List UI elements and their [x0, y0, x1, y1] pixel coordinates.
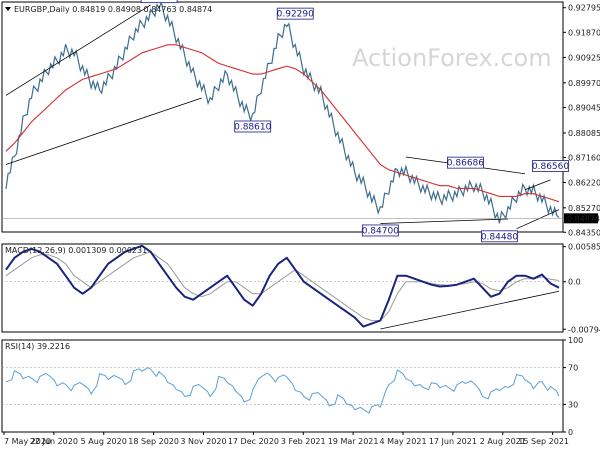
price-series-line — [5, 0, 560, 224]
level-annotation-label: 0.88610 — [234, 122, 271, 132]
macd-signal-line — [5, 251, 560, 322]
price-trendline — [5, 97, 202, 165]
price-ytick-label: 0.91870 — [568, 28, 600, 37]
level-annotation-label: 0.84700 — [362, 226, 399, 236]
price-ytick-label: 0.84350 — [568, 228, 600, 237]
x-tick-label: 5 Aug 2020 — [81, 437, 127, 446]
level-annotation-label: 0.86686 — [447, 159, 484, 169]
price-ytick-label: 0.88085 — [568, 129, 600, 138]
x-tick-label: 3 Nov 2020 — [180, 437, 226, 446]
price-trendline — [524, 179, 551, 191]
price-ytick-label: 0.86220 — [568, 179, 600, 188]
macd-ytick-label: -0.007945 — [568, 325, 600, 334]
level-annotation-label: 0.84480 — [481, 232, 518, 242]
price-trendline — [380, 218, 508, 224]
price-header-label: EURGBP,Daily 0.84819 0.84908 0.84763 0.8… — [14, 5, 212, 14]
price-ytick-label: 0.92795 — [568, 4, 600, 13]
x-tick-label: 4 May 2021 — [379, 437, 426, 446]
price-ytick-label: 0.85270 — [568, 204, 600, 213]
price-ytick-label: 0.89045 — [568, 103, 600, 112]
rsi-ytick-label: 30 — [568, 400, 578, 409]
level-annotation-label: 0.92910 — [141, 0, 178, 3]
x-tick-label: 17 Dec 2020 — [228, 437, 279, 446]
rsi-ytick-label: 70 — [568, 364, 578, 373]
macd-trendline — [380, 290, 560, 330]
level-annotation-label: 0.92290 — [277, 10, 314, 20]
price-ytick-label: 0.89970 — [568, 79, 600, 88]
rsi-header-label: RSI(14) 39.2216 — [5, 342, 70, 351]
current-price-label: 0.84874 — [567, 214, 600, 223]
price-ytick-label: 0.87160 — [568, 154, 600, 163]
rsi-ytick-label: 0 — [568, 428, 573, 437]
chart-window: ActionForex.com 0.92795 0.91870 0.90925 0.89… — [0, 0, 600, 450]
x-tick-label: 3 Feb 2021 — [281, 437, 326, 446]
panel-frame-2 — [1, 339, 564, 433]
dropdown-arrow-icon — [5, 7, 11, 11]
macd-ytick-label: 0.005858 — [568, 243, 600, 252]
rsi-ytick-label: 100 — [568, 336, 583, 345]
rsi-line — [5, 367, 560, 414]
watermark: ActionForex.com — [352, 44, 552, 72]
x-tick-label: 15 Sep 2021 — [518, 437, 569, 446]
x-tick-label: 18 Sep 2020 — [128, 437, 179, 446]
x-tick-label: 19 Mar 2021 — [328, 437, 379, 446]
level-annotation-label: 0.86560 — [532, 162, 569, 172]
x-tick-label: 17 Jun 2021 — [429, 437, 477, 446]
macd-header-label: MACD(12,26,9) 0.001309 0.000231 — [5, 246, 147, 255]
price-trendline — [516, 209, 560, 230]
eurgbp-chart: ActionForex.com 0.92795 0.91870 0.90925 0.89… — [1, 0, 600, 446]
macd-ytick-label: 0.0 — [568, 278, 581, 287]
price-ytick-label: 0.90925 — [568, 53, 600, 62]
x-tick-label: 22 Jun 2020 — [30, 437, 78, 446]
panel-frame-1 — [1, 243, 564, 333]
